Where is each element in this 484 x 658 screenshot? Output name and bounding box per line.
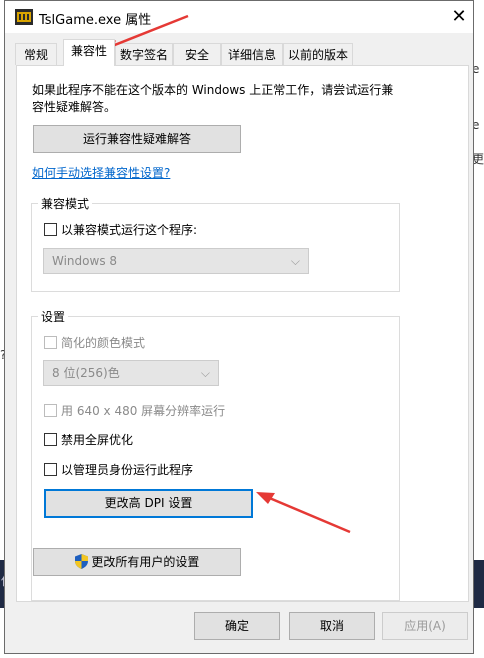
run-as-admin-checkbox[interactable] <box>44 463 57 476</box>
compat-mode-checkbox[interactable] <box>44 223 57 236</box>
change-all-users-label: 更改所有用户的设置 <box>91 555 200 569</box>
run-troubleshooter-button[interactable]: 运行兼容性疑难解答 <box>33 125 241 153</box>
compat-mode-checkbox-label: 以兼容模式运行这个程序: <box>61 223 198 237</box>
os-version-select-value: Windows 8 <box>52 254 118 268</box>
chevron-down-icon: ⌵ <box>200 366 210 380</box>
dialog-footer: 确定 取消 应用(A) <box>5 605 473 653</box>
uac-shield-icon <box>74 554 88 569</box>
game-app-icon <box>15 9 33 25</box>
change-high-dpi-button[interactable]: 更改高 DPI 设置 <box>44 489 253 518</box>
apply-button[interactable]: 应用(A) <box>382 612 468 640</box>
reduced-color-label: 简化的颜色模式 <box>61 336 146 350</box>
low-resolution-checkbox[interactable] <box>44 404 57 417</box>
disable-fullscreen-opt-label: 禁用全屏优化 <box>61 433 134 447</box>
tab-strip: 常规 兼容性 数字签名 安全 详细信息 以前的版本 <box>5 33 473 66</box>
tab-previous-versions[interactable]: 以前的版本 <box>283 43 353 65</box>
settings-group-label: 设置 <box>38 308 69 325</box>
tab-general[interactable]: 常规 <box>15 43 57 65</box>
tab-security[interactable]: 安全 <box>173 43 221 65</box>
title-bar[interactable]: TslGame.exe 属性 ✕ <box>5 1 473 33</box>
tab-compatibility[interactable]: 兼容性 <box>63 39 115 66</box>
intro-line: 容性疑难解答。 <box>32 100 117 114</box>
tab-digital-signatures[interactable]: 数字签名 <box>115 43 173 65</box>
properties-dialog: TslGame.exe 属性 ✕ 常规 兼容性 数字签名 安全 详细信息 以前的… <box>4 0 474 654</box>
disable-fullscreen-opt-checkbox[interactable] <box>44 433 57 446</box>
change-all-users-button[interactable]: 更改所有用户的设置 <box>33 548 241 576</box>
low-resolution-label: 用 640 x 480 屏幕分辨率运行 <box>61 404 226 418</box>
window-title: TslGame.exe 属性 <box>39 13 152 28</box>
intro-line: 如果此程序不能在这个版本的 Windows 上正常工作，请尝试运行兼 <box>32 83 394 97</box>
color-mode-select[interactable]: 8 位(256)色 ⌵ <box>43 360 219 386</box>
compatibility-panel: 如果此程序不能在这个版本的 Windows 上正常工作，请尝试运行兼 容性疑难解… <box>16 65 469 602</box>
ok-button[interactable]: 确定 <box>194 612 280 640</box>
intro-text: 如果此程序不能在这个版本的 Windows 上正常工作，请尝试运行兼 容性疑难解… <box>32 82 462 116</box>
manual-settings-link[interactable]: 如何手动选择兼容性设置? <box>32 164 170 181</box>
reduced-color-checkbox[interactable] <box>44 336 57 349</box>
run-as-admin-label: 以管理员身份运行此程序 <box>61 463 194 477</box>
tab-details[interactable]: 详细信息 <box>221 43 283 65</box>
os-version-select[interactable]: Windows 8 ⌵ <box>43 248 309 274</box>
close-icon[interactable]: ✕ <box>447 5 471 29</box>
chevron-down-icon: ⌵ <box>290 254 300 268</box>
color-mode-select-value: 8 位(256)色 <box>52 366 120 380</box>
compat-mode-group-label: 兼容模式 <box>38 195 93 212</box>
cancel-button[interactable]: 取消 <box>289 612 375 640</box>
